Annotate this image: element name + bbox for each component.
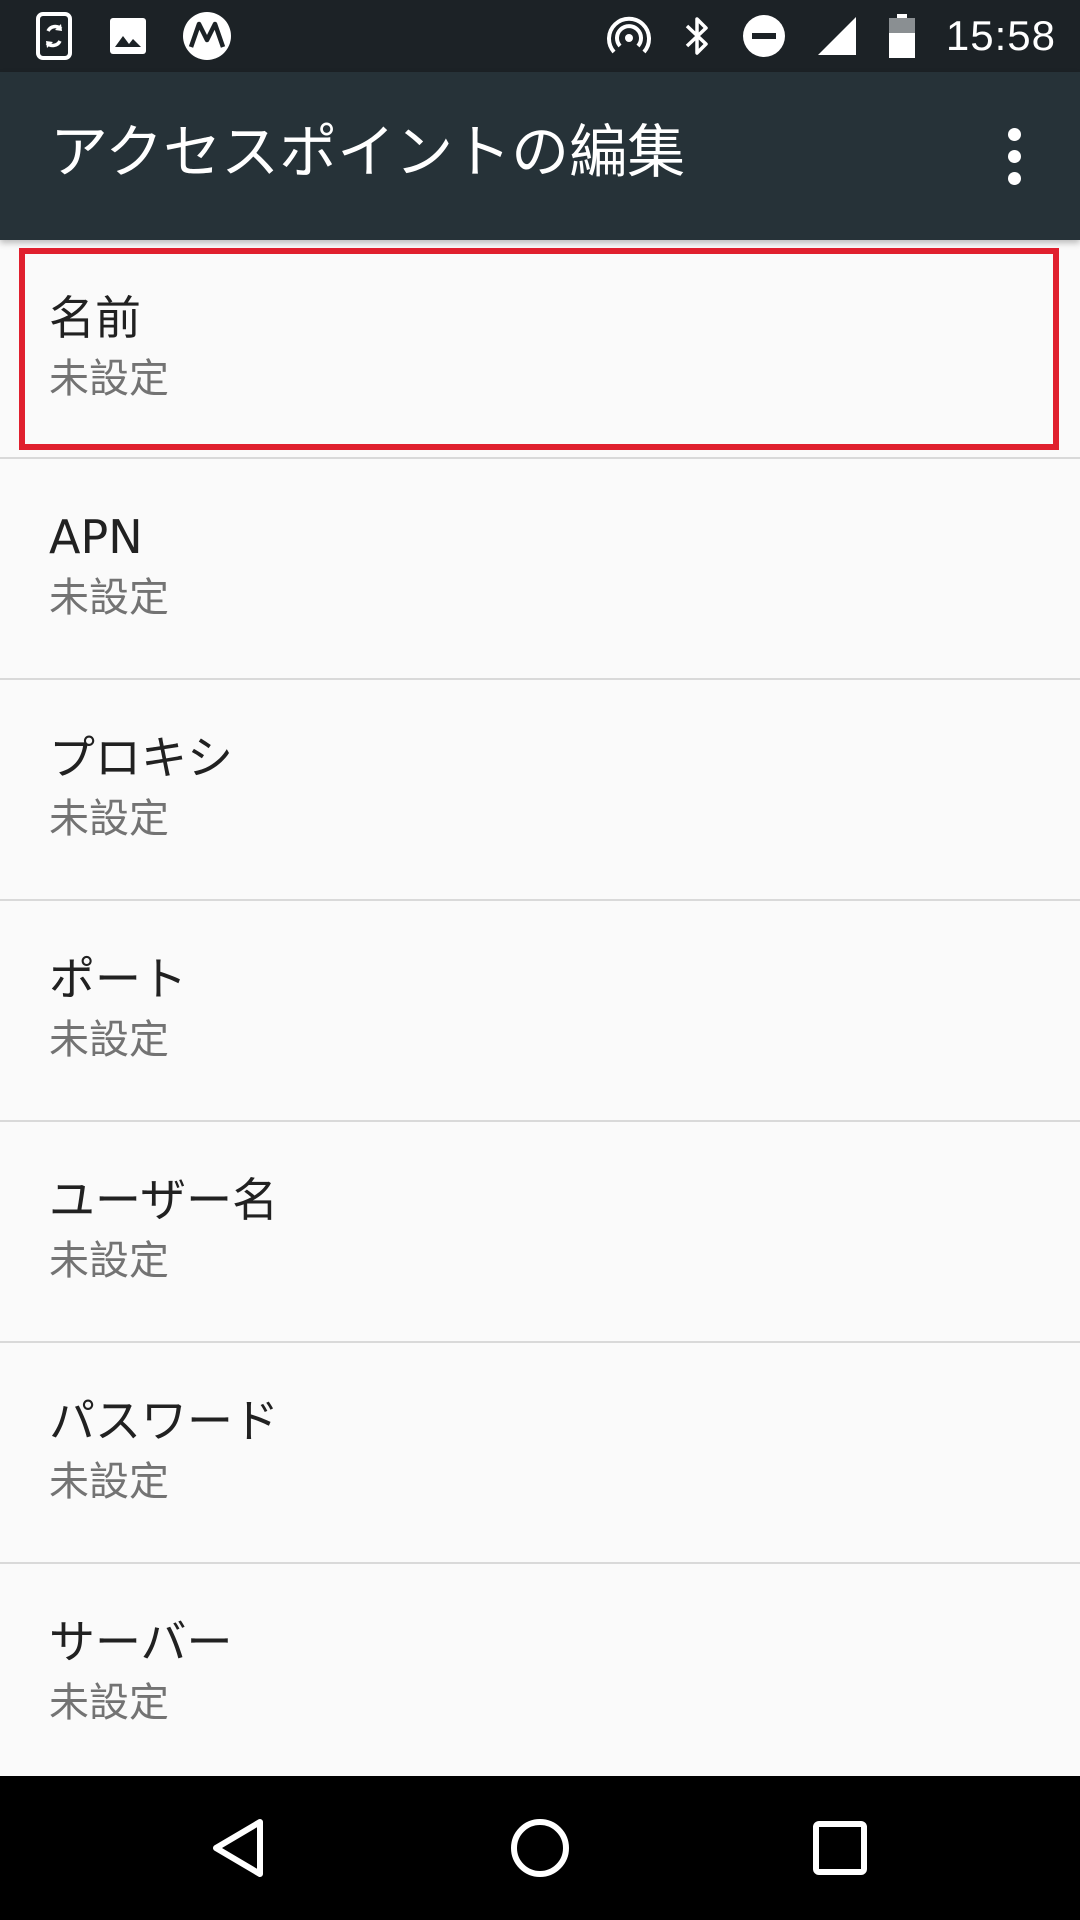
app-bar: アクセスポイントの編集 <box>0 72 1080 240</box>
motorola-logo-icon <box>183 12 231 60</box>
bluetooth-icon <box>685 17 708 55</box>
recents-icon <box>813 1821 867 1875</box>
navigation-bar <box>0 1776 1080 1920</box>
setting-summary: 未設定 <box>49 575 169 621</box>
gallery-icon <box>110 18 146 54</box>
setting-title: パスワード <box>49 1394 279 1448</box>
hotspot-icon <box>606 16 651 54</box>
setting-title: プロキシ <box>49 731 233 785</box>
setting-title: APN <box>49 510 143 564</box>
setting-item-server[interactable]: サーバー 未設定 <box>0 1564 1080 1785</box>
highlight-box <box>19 248 1059 450</box>
status-right-icons: 15:58 <box>606 0 1056 72</box>
setting-item-name[interactable]: 名前 未設定 <box>0 240 1080 459</box>
status-left-icons <box>34 0 232 72</box>
menu-dot <box>1007 127 1021 141</box>
setting-item-port[interactable]: ポート 未設定 <box>0 901 1080 1122</box>
setting-summary: 未設定 <box>49 1459 169 1505</box>
setting-item-apn[interactable]: APN 未設定 <box>0 459 1080 680</box>
more-vert-icon[interactable] <box>974 116 1054 196</box>
screen-rotation-icon <box>36 12 72 60</box>
signal-icon <box>817 17 856 55</box>
setting-item-password[interactable]: パスワード 未設定 <box>0 1343 1080 1564</box>
menu-dot <box>1007 149 1021 163</box>
do-not-disturb-icon <box>742 15 785 57</box>
page-title: アクセスポイントの編集 <box>50 118 686 186</box>
setting-title: ポート <box>49 952 187 1006</box>
home-icon <box>511 1819 569 1877</box>
status-bar: 15:58 <box>0 0 1080 72</box>
setting-summary: 未設定 <box>49 1680 169 1726</box>
setting-summary: 未設定 <box>49 356 169 402</box>
settings-list: 名前 未設定 APN 未設定 プロキシ 未設定 ポート 未設定 ユーザー名 未設… <box>0 240 1080 1785</box>
setting-item-username[interactable]: ユーザー名 未設定 <box>0 1122 1080 1343</box>
clock: 15:58 <box>945 12 1056 59</box>
setting-title: 名前 <box>49 291 141 345</box>
setting-title: ユーザー名 <box>49 1173 279 1227</box>
back-icon <box>213 1819 263 1877</box>
setting-title: サーバー <box>49 1615 233 1669</box>
menu-dot <box>1007 171 1021 185</box>
setting-summary: 未設定 <box>49 796 169 842</box>
setting-summary: 未設定 <box>49 1017 169 1063</box>
home-button[interactable] <box>490 1798 590 1898</box>
back-button[interactable] <box>190 1798 290 1898</box>
recents-button[interactable] <box>790 1798 890 1898</box>
setting-summary: 未設定 <box>49 1238 169 1284</box>
battery-icon <box>888 14 915 58</box>
setting-item-proxy[interactable]: プロキシ 未設定 <box>0 680 1080 901</box>
